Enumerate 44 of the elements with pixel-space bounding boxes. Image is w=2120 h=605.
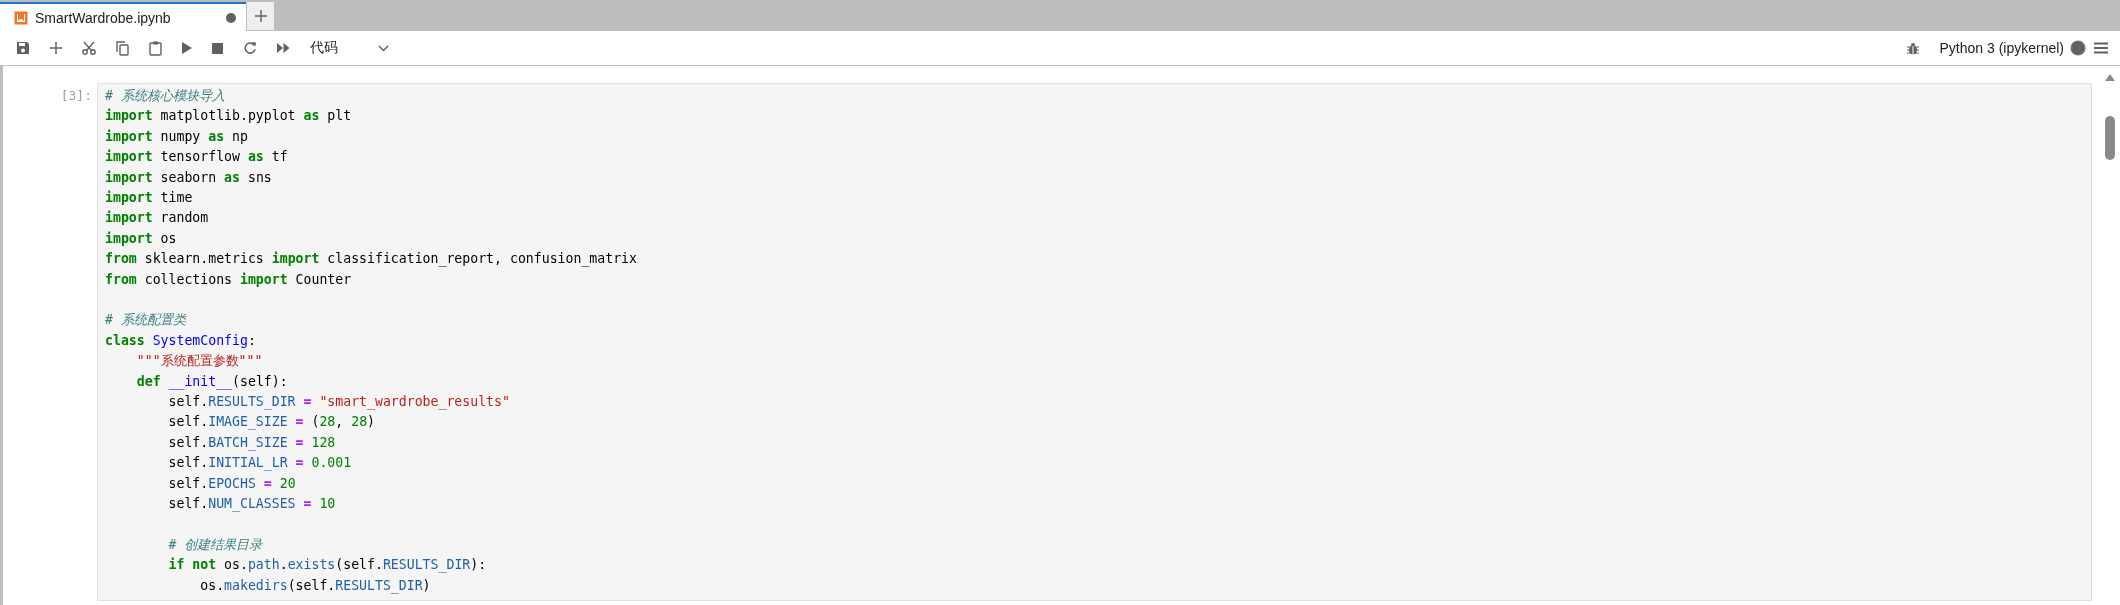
- chevron-down-icon: [378, 44, 389, 52]
- notebook-icon: [14, 10, 28, 25]
- code-line: self.EPOCHS = 20: [167, 474, 296, 493]
- add-icon[interactable]: [50, 42, 62, 54]
- code-line: from sklearn.metrics import classification_report, confusion_matrix: [105, 250, 637, 269]
- code-line: self.NUM_CLASSES = 10: [167, 495, 336, 514]
- kernel-name[interactable]: Python 3 (ipykernel): [1939, 40, 2064, 56]
- code-line: # 系统核心模块导入: [105, 87, 225, 105]
- bug-icon[interactable]: [1907, 41, 1920, 55]
- menu-icon[interactable]: [2094, 42, 2108, 54]
- copy-icon[interactable]: [116, 40, 129, 56]
- code-line: if not os.path.exists(self.RESULTS_DIR):: [167, 556, 487, 575]
- code-line: import seaborn as sns: [105, 168, 272, 187]
- new-tab-button[interactable]: [246, 2, 274, 31]
- plus-icon: [254, 10, 267, 22]
- stop-icon[interactable]: [212, 42, 223, 54]
- code-line: os.makedirs(self.RESULTS_DIR): [199, 576, 431, 596]
- code-line: import numpy as np: [105, 127, 248, 146]
- fast-forward-icon[interactable]: [277, 43, 290, 53]
- code-line: import matplotlib.pyplot as plt: [105, 107, 352, 126]
- save-icon[interactable]: [16, 41, 30, 55]
- restart-icon[interactable]: [243, 41, 257, 55]
- notebook-tab[interactable]: SmartWardrobe.ipynb: [0, 2, 246, 31]
- code-line: self.INITIAL_LR = 0.001: [167, 454, 352, 473]
- code-line: # 创建结果目录: [167, 535, 263, 554]
- run-icon[interactable]: [182, 42, 192, 54]
- cell-type-dropdown[interactable]: 代码: [310, 37, 395, 59]
- code-line: import time: [105, 189, 193, 208]
- execution-count: [3]:: [59, 87, 93, 105]
- paste-icon[interactable]: [149, 40, 162, 56]
- code-line: class SystemConfig:: [105, 331, 256, 350]
- code-line: import os: [105, 229, 177, 248]
- code-line: def __init__(self):: [135, 372, 288, 392]
- cut-icon[interactable]: [82, 41, 96, 55]
- code-line: self.IMAGE_SIZE = (28, 28): [167, 413, 376, 432]
- code-line: from collections import Counter: [105, 270, 352, 289]
- code-line: # 系统配置类: [105, 311, 186, 330]
- code-line: import random: [105, 209, 209, 228]
- code-line: self.BATCH_SIZE = 128: [167, 433, 336, 453]
- tab-title: SmartWardrobe.ipynb: [35, 9, 172, 26]
- code-line: """系统配置参数""": [135, 352, 263, 371]
- code-line: import tensorflow as tf: [105, 148, 288, 167]
- code-cell[interactable]: [97, 83, 2092, 602]
- code-line: self.RESULTS_DIR = "smart_wardrobe_results": [167, 393, 510, 412]
